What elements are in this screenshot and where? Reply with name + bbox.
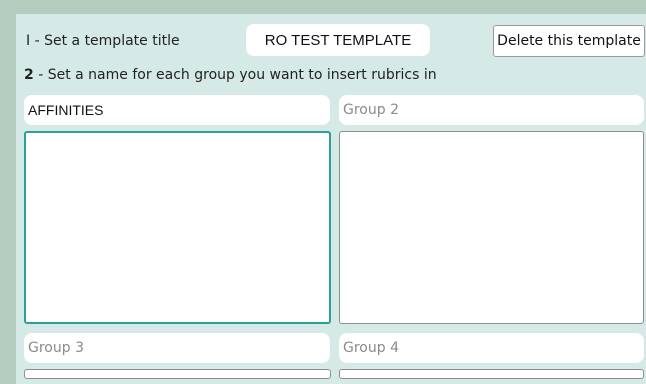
group-3-name-input[interactable]: Group 3 bbox=[24, 333, 330, 363]
step-2-label: 2 - Set a name for each group you want t… bbox=[24, 67, 437, 83]
group-3-rubrics-box[interactable] bbox=[24, 369, 331, 379]
step-1-text: Set a template title bbox=[44, 33, 180, 49]
group-4-rubrics-box[interactable] bbox=[339, 369, 644, 379]
group-2-name-input[interactable]: Group 2 bbox=[339, 95, 644, 125]
step-1-label: I - Set a template title bbox=[26, 33, 180, 49]
step-1-number: I bbox=[26, 33, 31, 49]
group-1-name-input[interactable]: AFFINITIES bbox=[24, 95, 330, 125]
group-2-rubrics-box[interactable] bbox=[339, 131, 644, 324]
group-1-rubrics-box[interactable] bbox=[24, 131, 331, 324]
template-title-input[interactable]: RO TEST TEMPLATE bbox=[246, 24, 430, 56]
step-2-text: Set a name for each group you want to in… bbox=[47, 67, 437, 83]
step-2-number: 2 bbox=[24, 67, 34, 83]
delete-template-button[interactable]: Delete this template bbox=[493, 25, 645, 57]
group-4-name-input[interactable]: Group 4 bbox=[339, 333, 644, 363]
